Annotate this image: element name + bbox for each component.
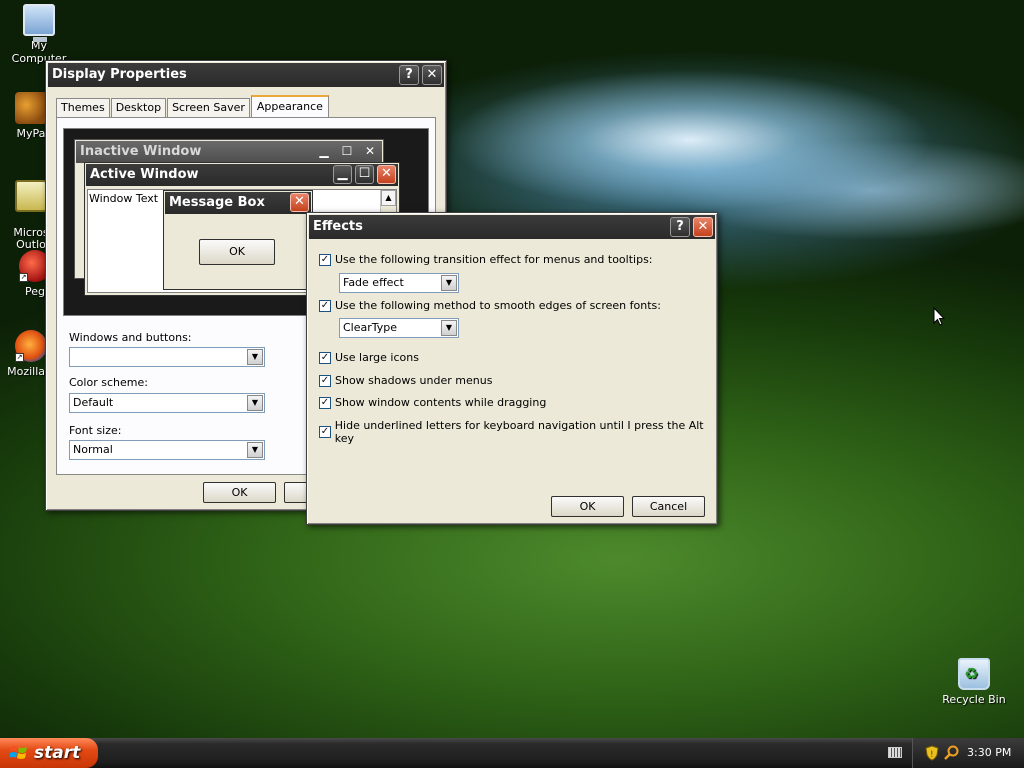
computer-icon — [23, 4, 55, 42]
preview-active-title: Active Window — [90, 167, 199, 182]
windows-buttons-label: Windows and buttons: — [69, 331, 192, 344]
preview-message-box: Message Box ✕ OK — [163, 190, 313, 290]
option-label: Use the following method to smooth edges… — [335, 299, 661, 312]
chevron-down-icon[interactable]: ▼ — [247, 442, 263, 458]
desktop-icon-recycle-bin[interactable]: Recycle Bin — [937, 658, 1011, 706]
close-icon: ✕ — [290, 193, 309, 212]
effects-cancel-button[interactable]: Cancel — [632, 496, 705, 517]
windows-logo-icon — [10, 746, 27, 759]
minimize-icon: ▁ — [319, 144, 329, 158]
option-label: Hide underlined letters for keyboard nav… — [334, 419, 704, 445]
recycle-bin-icon — [958, 658, 990, 690]
keyboard-icon[interactable] — [888, 747, 902, 758]
chevron-down-icon[interactable]: ▼ — [441, 275, 457, 291]
option-label: Use the following transition effect for … — [335, 253, 653, 266]
font-size-select[interactable]: Normal ▼ — [69, 440, 265, 460]
pictures-icon — [15, 92, 47, 124]
font-smoothing-select[interactable]: ClearType ▼ — [339, 318, 459, 338]
search-icon[interactable] — [944, 745, 959, 760]
scroll-up-icon: ▲ — [381, 190, 396, 206]
firefox-icon: ↗ — [15, 330, 47, 362]
preview-inactive-title: Inactive Window — [80, 144, 202, 159]
maximize-icon: ☐ — [341, 144, 353, 158]
security-shield-icon[interactable]: ! — [925, 745, 939, 761]
large-icons-option[interactable]: ✓ Use large icons — [319, 351, 419, 364]
minimize-icon: ▁ — [333, 165, 352, 184]
desktop-icon-label: Recycle Bin — [942, 693, 1006, 706]
font-size-label: Font size: — [69, 424, 122, 437]
chevron-down-icon[interactable]: ▼ — [441, 320, 457, 336]
color-scheme-value: Default — [73, 396, 114, 409]
tab-themes[interactable]: Themes — [56, 98, 110, 117]
option-label: Use large icons — [335, 351, 419, 364]
help-button[interactable]: ? — [670, 217, 690, 237]
chevron-down-icon[interactable]: ▼ — [247, 395, 263, 411]
system-tray: ! 3:30 PM — [912, 738, 1024, 768]
transition-effect-select[interactable]: Fade effect ▼ — [339, 273, 459, 293]
menu-shadows-checkbox[interactable]: ✓ — [319, 374, 331, 387]
preview-message-box-title: Message Box — [169, 195, 265, 210]
effects-title: Effects — [313, 219, 363, 234]
chevron-down-icon[interactable]: ▼ — [247, 349, 263, 365]
large-icons-checkbox[interactable]: ✓ — [319, 351, 331, 364]
font-size-value: Normal — [73, 443, 113, 456]
drag-contents-checkbox[interactable]: ✓ — [319, 396, 331, 409]
mouse-cursor-icon — [933, 307, 945, 326]
hide-underlines-option[interactable]: ✓ Hide underlined letters for keyboard n… — [319, 419, 717, 445]
preview-window-text: Window Text — [89, 192, 159, 205]
preview-ok-button: OK — [199, 239, 275, 265]
transition-effect-value: Fade effect — [343, 276, 404, 289]
start-label: start — [34, 743, 81, 763]
color-scheme-label: Color scheme: — [69, 376, 148, 389]
hide-underlines-checkbox[interactable]: ✓ — [319, 426, 331, 438]
option-label: Show window contents while dragging — [335, 396, 547, 409]
help-button[interactable]: ? — [399, 65, 419, 85]
preview-active-titlebar: Active Window ▁ ☐ ✕ — [86, 164, 398, 186]
outlook-icon — [15, 180, 47, 212]
effects-ok-button[interactable]: OK — [551, 496, 624, 517]
preview-inactive-titlebar: Inactive Window ▁ ☐ ✕ — [76, 141, 382, 163]
close-button[interactable]: ✕ — [693, 217, 713, 237]
font-smoothing-option[interactable]: ✓ Use the following method to smooth edg… — [319, 299, 661, 312]
font-smoothing-checkbox[interactable]: ✓ — [319, 299, 331, 312]
transition-effect-checkbox[interactable]: ✓ — [319, 253, 331, 266]
tab-appearance[interactable]: Appearance — [250, 95, 329, 117]
desktop-icon-my-computer[interactable]: My Computer — [2, 4, 76, 65]
windows-buttons-select[interactable]: ▼ — [69, 347, 265, 367]
preview-message-box-titlebar: Message Box ✕ — [165, 192, 311, 214]
tab-strip: Themes Desktop Screen Saver Appearance — [56, 95, 329, 117]
transition-effect-option[interactable]: ✓ Use the following transition effect fo… — [319, 253, 653, 266]
close-icon: ✕ — [364, 144, 376, 158]
tab-desktop[interactable]: Desktop — [110, 98, 167, 117]
close-button[interactable]: ✕ — [422, 65, 442, 85]
window-title: Display Properties — [52, 67, 187, 82]
display-ok-button[interactable]: OK — [203, 482, 276, 503]
maximize-icon: ☐ — [355, 165, 374, 184]
close-icon: ✕ — [377, 165, 396, 184]
tab-screen-saver[interactable]: Screen Saver — [167, 98, 250, 117]
shortcut-arrow-icon: ↗ — [19, 273, 28, 282]
start-button[interactable]: start — [0, 738, 98, 768]
option-label: Show shadows under menus — [335, 374, 493, 387]
drag-contents-option[interactable]: ✓ Show window contents while dragging — [319, 396, 546, 409]
taskbar: start ! 3:30 PM — [0, 738, 1024, 768]
clock[interactable]: 3:30 PM — [967, 738, 1011, 768]
shortcut-arrow-icon: ↗ — [15, 353, 24, 362]
effects-dialog: Effects ? ✕ ✓ Use the following transiti… — [306, 212, 718, 525]
effects-titlebar[interactable]: Effects ? ✕ — [309, 215, 715, 239]
menu-shadows-option[interactable]: ✓ Show shadows under menus — [319, 374, 492, 387]
color-scheme-select[interactable]: Default ▼ — [69, 393, 265, 413]
font-smoothing-value: ClearType — [343, 321, 398, 334]
svg-text:!: ! — [930, 750, 934, 760]
display-properties-titlebar[interactable]: Display Properties ? ✕ — [48, 63, 444, 87]
